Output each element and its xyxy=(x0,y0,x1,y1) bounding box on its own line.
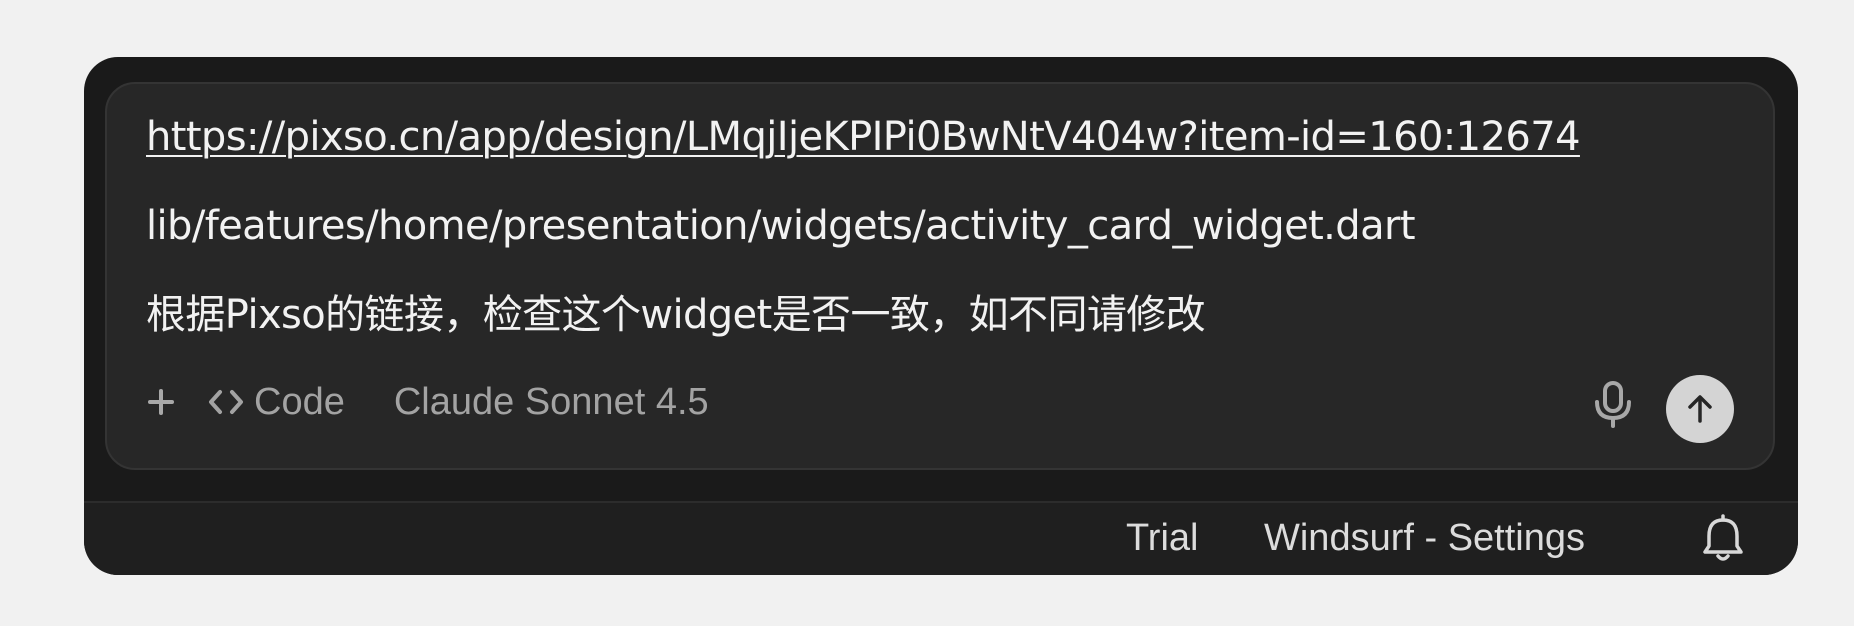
chat-composer[interactable]: https://pixso.cn/app/design/LMqjIjeKPIPi… xyxy=(105,82,1775,470)
ide-window: https://pixso.cn/app/design/LMqjIjeKPIPi… xyxy=(84,57,1798,575)
mode-selector-button[interactable]: Code xyxy=(206,378,345,426)
status-bar: Trial Windsurf - Settings xyxy=(84,503,1798,575)
code-brackets-icon xyxy=(209,390,243,414)
composer-toolbar: Code Claude Sonnet 4.5 xyxy=(137,378,709,426)
send-button[interactable] xyxy=(1666,375,1734,443)
pixso-link[interactable]: https://pixso.cn/app/design/LMqjIjeKPIPi… xyxy=(146,113,1581,161)
mode-label: Code xyxy=(254,381,345,423)
settings-status-item[interactable]: Windsurf - Settings xyxy=(1264,513,1585,563)
plus-icon[interactable] xyxy=(137,378,185,426)
model-selector[interactable]: Claude Sonnet 4.5 xyxy=(394,378,709,426)
prompt-text: 根据Pixso的链接，检查这个widget是否一致，如不同请修改 xyxy=(146,292,1206,338)
file-path-text: lib/features/home/presentation/widgets/a… xyxy=(146,203,1416,249)
arrow-up-icon xyxy=(1688,395,1712,423)
trial-status-item[interactable]: Trial xyxy=(1126,513,1198,563)
bell-icon[interactable] xyxy=(1700,514,1746,564)
microphone-icon[interactable] xyxy=(1591,380,1635,428)
